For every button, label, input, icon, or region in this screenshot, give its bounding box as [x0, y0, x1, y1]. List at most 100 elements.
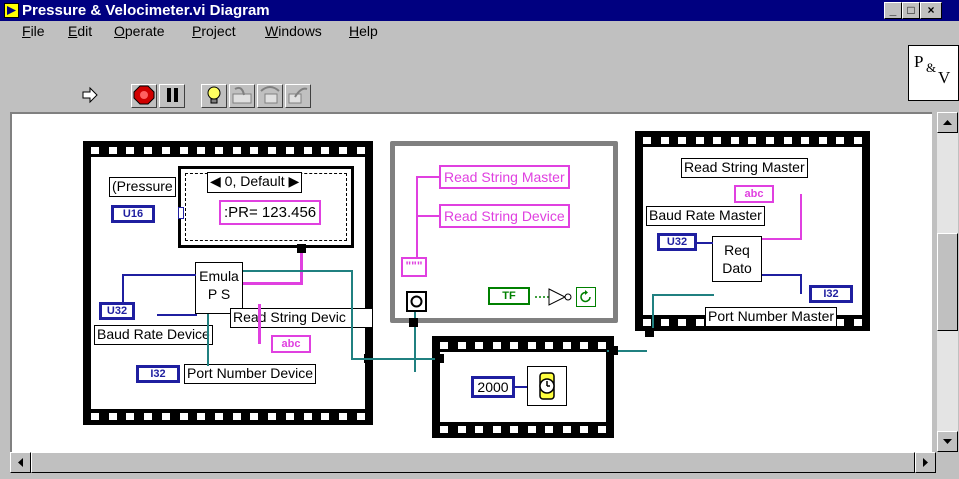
menu-bar: File Edit Operate Project Windows Help	[0, 21, 959, 42]
abc-string-terminal-master[interactable]: abc	[734, 185, 774, 203]
film-holes-top	[440, 340, 606, 350]
i32-terminal-device[interactable]: I32	[136, 365, 180, 383]
case-selector-label: 0, Default	[224, 173, 285, 189]
wait-ms-timer-icon[interactable]	[527, 366, 567, 406]
numeric-wire	[697, 242, 713, 244]
minimize-button[interactable]: _	[884, 2, 902, 19]
abort-button[interactable]	[131, 84, 157, 108]
case-prev-arrow[interactable]: ◀	[210, 173, 221, 189]
wire	[351, 358, 441, 360]
tunnel	[435, 354, 444, 363]
scroll-up-button[interactable]	[937, 112, 958, 133]
vertical-scroll-track[interactable]	[937, 133, 958, 431]
menu-project[interactable]: Project	[192, 23, 236, 40]
string-wire	[258, 304, 261, 344]
scroll-left-button[interactable]	[10, 452, 31, 473]
string-wire	[416, 215, 440, 217]
numeric-wire	[800, 274, 802, 294]
abc-string-terminal-device[interactable]: abc	[271, 335, 311, 353]
pause-button[interactable]	[159, 84, 185, 108]
scroll-down-button[interactable]	[937, 431, 958, 452]
scroll-up-icon	[943, 120, 952, 125]
pause-icon	[167, 88, 178, 102]
wire	[207, 314, 209, 366]
emula-ps-subvi[interactable]: Emula P S	[195, 262, 243, 314]
film-holes-top	[643, 135, 862, 145]
menu-operate[interactable]: Operate	[114, 23, 165, 40]
baud-rate-device-label: Baud Rate Device	[94, 325, 213, 345]
step-out-button[interactable]	[285, 84, 311, 108]
menu-windows[interactable]: Windows	[265, 23, 322, 40]
scroll-left-icon	[18, 458, 23, 467]
close-button[interactable]: ×	[920, 2, 942, 19]
format-string-constant[interactable]: :PR= 123.456	[219, 200, 322, 225]
run-arrow-icon[interactable]	[80, 85, 100, 105]
vertical-scroll-thumb[interactable]	[937, 233, 958, 331]
step-over-icon	[260, 86, 280, 104]
string-wire	[800, 194, 802, 240]
tunnel	[409, 318, 418, 327]
case-next-arrow[interactable]: ▶	[289, 173, 300, 189]
maximize-button[interactable]: □	[902, 2, 920, 19]
string-wire	[416, 176, 418, 260]
window-bottom-border	[0, 473, 959, 479]
title-bar[interactable]: Pressure & Velocimeter.vi Diagram _ □ ×	[0, 0, 959, 21]
window-title: Pressure & Velocimeter.vi Diagram	[22, 2, 270, 19]
port-number-device-label: Port Number Device	[184, 364, 317, 384]
i32-terminal-master[interactable]: I32	[809, 285, 853, 303]
u32-terminal-master[interactable]: U32	[657, 233, 697, 251]
pressure-label: (Pressure	[109, 177, 176, 197]
tunnel	[609, 346, 618, 355]
read-string-device-global[interactable]: Read String Device	[439, 204, 570, 228]
vi-icon-p: P	[914, 52, 924, 71]
highlight-execution-button[interactable]	[201, 84, 227, 108]
film-holes-bottom	[91, 411, 365, 421]
vi-icon-amp: &	[926, 60, 937, 75]
vi-icon-v: V	[938, 68, 951, 87]
read-string-master-global[interactable]: Read String Master	[439, 165, 570, 189]
emula-line2: P S	[207, 286, 231, 302]
u16-terminal[interactable]: U16	[111, 205, 155, 223]
vi-icon[interactable]: P & V	[908, 45, 959, 101]
u32-terminal-device[interactable]: U32	[99, 302, 135, 320]
baud-rate-master-label: Baud Rate Master	[646, 206, 765, 226]
horizontal-scroll-track[interactable]	[31, 452, 915, 473]
scroll-right-icon	[923, 458, 928, 467]
numeric-wire	[515, 386, 527, 388]
empty-string-constant[interactable]: """	[401, 257, 427, 277]
step-into-icon	[232, 86, 252, 104]
req-dato-subvi[interactable]: Req Dato	[712, 236, 762, 282]
req-line1: Req	[724, 242, 750, 258]
menu-edit[interactable]: Edit	[68, 23, 92, 40]
horizontal-scrollbar[interactable]	[10, 452, 936, 473]
wire	[652, 294, 714, 296]
step-out-icon	[288, 87, 308, 104]
string-wire	[243, 282, 303, 285]
loop-condition-icon[interactable]	[576, 287, 596, 307]
film-holes-top	[91, 145, 365, 155]
wire	[351, 270, 353, 360]
menu-help[interactable]: Help	[349, 23, 378, 40]
tunnel	[178, 207, 184, 219]
case-selector[interactable]: ◀ 0, Default ▶	[207, 172, 303, 193]
tunnel	[645, 328, 654, 337]
read-string-master-label: Read String Master	[681, 158, 808, 178]
numeric-wire	[122, 274, 124, 304]
not-function-icon[interactable]	[535, 286, 575, 308]
tunnel	[297, 244, 306, 253]
horizontal-scroll-thumb[interactable]	[31, 452, 915, 473]
numeric-wire	[122, 274, 196, 276]
block-diagram-canvas[interactable]: ◀ 0, Default ▶ :PR= 123.456 (Pressure U1…	[10, 112, 932, 452]
scroll-right-button[interactable]	[915, 452, 936, 473]
film-holes-bottom	[440, 424, 606, 434]
port-number-master-label: Port Number Master	[705, 307, 838, 327]
string-wire	[300, 252, 303, 284]
vertical-scrollbar[interactable]	[936, 112, 959, 452]
menu-file[interactable]: File	[22, 23, 45, 40]
step-over-button[interactable]	[257, 84, 283, 108]
labview-app-icon[interactable]	[4, 3, 19, 18]
boolean-control-terminal[interactable]: TF	[488, 287, 530, 305]
iteration-terminal[interactable]	[406, 291, 427, 312]
wait-ms-constant[interactable]: 2000	[471, 376, 515, 398]
step-into-button[interactable]	[229, 84, 255, 108]
